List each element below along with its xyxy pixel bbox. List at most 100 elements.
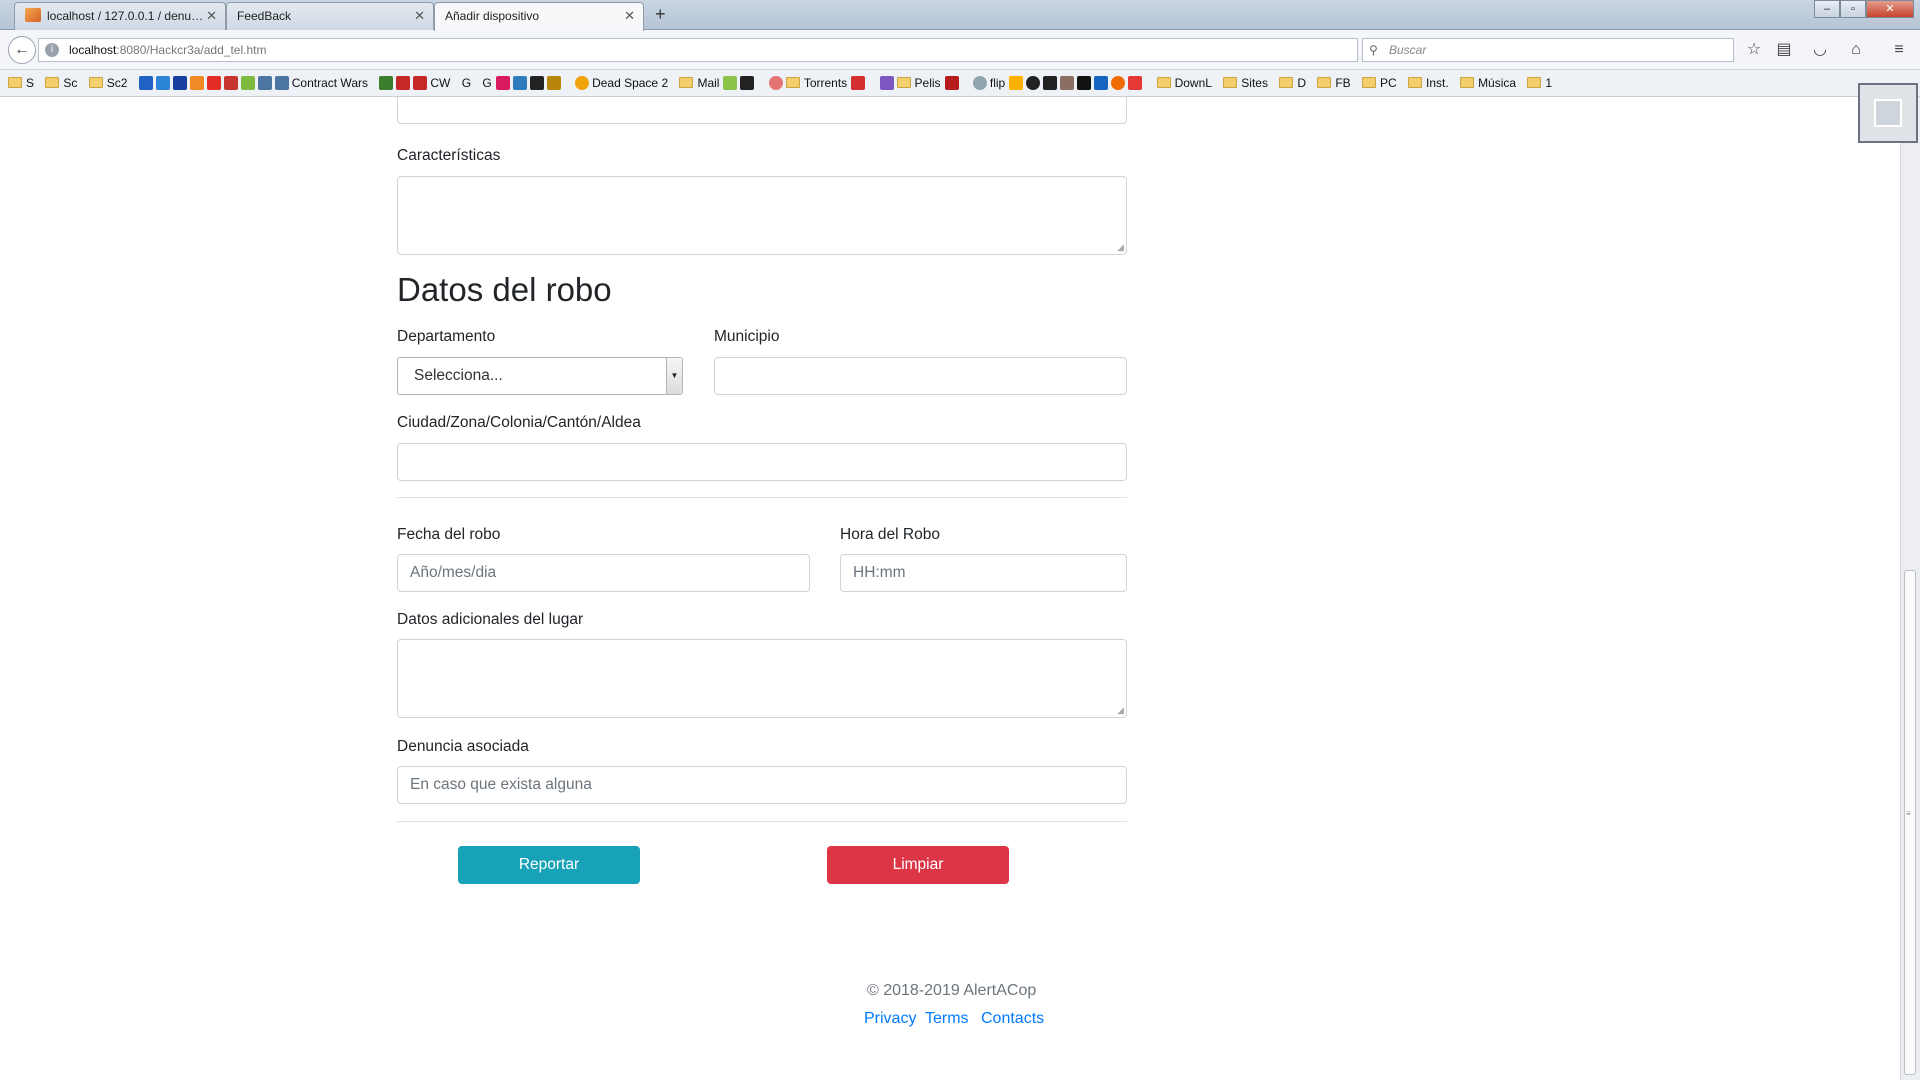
bookmark-site[interactable]: flip — [972, 70, 1145, 96]
restore-button[interactable]: ▫ — [1840, 0, 1866, 18]
bookmark-label: S — [26, 76, 35, 90]
url-path: :8080/Hackcr3a/add_tel.htm — [116, 43, 267, 57]
site-icon — [944, 76, 959, 90]
site-icon — [223, 76, 238, 90]
site-icon — [1009, 76, 1024, 90]
site-info-icon[interactable]: i — [45, 43, 59, 57]
scrollbar-thumb[interactable] — [1904, 570, 1916, 1075]
bookmark-site[interactable]: Dead Space 2 — [575, 70, 668, 96]
bookmark-folder[interactable]: FB — [1317, 70, 1351, 96]
phpmyadmin-icon — [25, 8, 41, 22]
previous-field-input[interactable] — [397, 97, 1127, 124]
back-arrow-icon[interactable]: ← — [8, 36, 36, 64]
site-icon — [1060, 76, 1075, 90]
pocket-icon[interactable]: ◡ — [1808, 38, 1832, 62]
search-icon: ⚲ — [1369, 43, 1378, 57]
bookmark-label: Sites — [1241, 76, 1268, 90]
bookmark-folder[interactable]: Inst. — [1408, 70, 1449, 96]
bookmark-site[interactable]: G — [462, 70, 471, 96]
home-icon[interactable]: ⌂ — [1844, 38, 1868, 62]
bookmark-site[interactable]: CW — [379, 70, 450, 96]
close-tab-icon[interactable]: ✕ — [206, 3, 217, 29]
url-bar[interactable]: i localhost:8080/Hackcr3a/add_tel.htm ↻ — [38, 38, 1381, 62]
widget-icon — [1874, 99, 1902, 127]
reportar-button[interactable]: Reportar — [458, 846, 640, 884]
limpiar-button[interactable]: Limpiar — [827, 846, 1009, 884]
bookmarks-library-icon[interactable]: ▤ — [1772, 38, 1796, 62]
hora-input[interactable]: HH:mm — [840, 554, 1127, 592]
fecha-input[interactable]: Año/mes/dia — [397, 554, 810, 592]
tab-feedback[interactable]: FeedBack ✕ — [226, 2, 434, 30]
scrollbar-grip-icon: ≡ — [1906, 809, 1911, 818]
divider — [397, 821, 1127, 822]
site-icon — [495, 76, 510, 90]
departamento-select[interactable]: Selecciona... ▼ — [397, 357, 683, 395]
close-tab-icon[interactable]: ✕ — [414, 3, 425, 29]
bookmark-label: Mail — [697, 76, 720, 90]
resize-grip-icon[interactable]: ◢ — [1117, 243, 1124, 252]
bookmark-folder[interactable]: Pelis — [879, 70, 962, 96]
bookmark-star-icon[interactable]: ☆ — [1742, 38, 1766, 62]
bookmark-label: PC — [1380, 76, 1397, 90]
site-icon — [512, 76, 527, 90]
folder-icon — [1156, 77, 1171, 88]
tab-title: localhost / 127.0.0.1 / denu… — [47, 9, 204, 23]
departamento-label: Departamento — [397, 328, 496, 345]
bookmark-folder[interactable]: DownL — [1156, 70, 1212, 96]
footer-link-privacy[interactable]: Privacy — [864, 1010, 916, 1028]
youtube-icon — [206, 76, 221, 90]
resize-grip-icon[interactable]: ◢ — [1117, 706, 1124, 715]
bookmark-label: G — [461, 76, 472, 90]
tab-anadir-dispositivo[interactable]: Añadir dispositivo ✕ — [434, 2, 644, 31]
tab-bar: localhost / 127.0.0.1 / denu… ✕ FeedBack… — [0, 0, 1920, 31]
bookmark-folder[interactable]: Música — [1460, 70, 1516, 96]
bookmark-folder[interactable]: Sc — [45, 70, 77, 96]
site-icon — [413, 76, 428, 90]
close-tab-icon[interactable]: ✕ — [624, 3, 635, 29]
menu-icon[interactable]: ≡ — [1887, 38, 1911, 62]
denuncia-input[interactable]: En caso que exista alguna — [397, 766, 1127, 804]
site-icon — [1128, 76, 1143, 90]
bookmark-folder[interactable]: Sc2 — [88, 70, 127, 96]
datos-adicionales-label: Datos adicionales del lugar — [397, 611, 584, 628]
chevron-down-icon[interactable]: ▼ — [666, 358, 682, 394]
folder-icon — [88, 77, 103, 88]
divider — [397, 497, 1127, 498]
site-icon — [138, 76, 153, 90]
caracteristicas-textarea[interactable]: ◢ — [397, 176, 1127, 255]
bookmark-folder[interactable]: D — [1279, 70, 1306, 96]
ciudad-input[interactable] — [397, 443, 1127, 481]
bookmark-folder[interactable]: PC — [1362, 70, 1397, 96]
new-tab-button[interactable]: + — [655, 4, 666, 25]
tab-phpmyadmin[interactable]: localhost / 127.0.0.1 / denu… ✕ — [14, 2, 226, 30]
bookmark-label: DownL — [1174, 76, 1212, 90]
floating-widget[interactable] — [1858, 83, 1918, 143]
bookmark-label: D — [1297, 76, 1306, 90]
site-icon — [396, 76, 411, 90]
municipio-input[interactable] — [714, 357, 1127, 395]
bookmark-site[interactable]: G — [482, 70, 563, 96]
site-icon — [172, 76, 187, 90]
bookmark-folder[interactable]: 1 — [1527, 70, 1552, 96]
footer-link-contacts[interactable]: Contacts — [981, 1010, 1044, 1028]
bookmark-label: 1 — [1545, 76, 1553, 90]
site-icon — [1094, 76, 1109, 90]
site-icon — [1026, 76, 1041, 90]
bookmark-folder[interactable]: Torrents — [768, 70, 868, 96]
site-icon — [240, 76, 255, 90]
close-window-button[interactable]: ✕ — [1866, 0, 1914, 18]
folder-icon — [45, 77, 60, 88]
denuncia-label: Denuncia asociada — [397, 738, 529, 755]
footer-link-terms[interactable]: Terms — [925, 1010, 969, 1028]
bookmark-folder[interactable]: Sites — [1223, 70, 1268, 96]
site-icon — [972, 76, 987, 90]
datos-adicionales-textarea[interactable]: ◢ — [397, 639, 1127, 718]
folder-icon — [1408, 77, 1423, 88]
vk-icon — [274, 76, 289, 90]
bookmark-folder[interactable]: S — [8, 70, 34, 96]
search-input[interactable]: ⚲ Buscar — [1362, 38, 1734, 62]
site-icon — [575, 76, 590, 90]
bookmark-site[interactable]: Contract Wars — [138, 70, 368, 96]
minimize-button[interactable]: – — [1814, 0, 1840, 18]
bookmark-folder[interactable]: Mail — [679, 70, 757, 96]
